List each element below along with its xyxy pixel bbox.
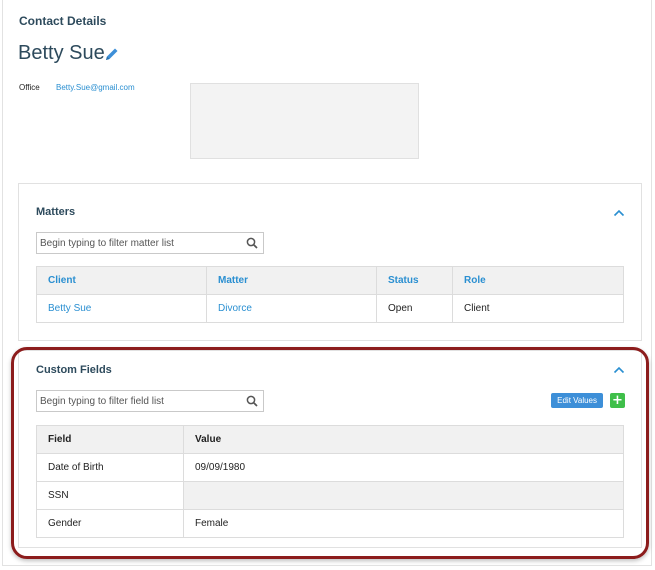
field-name: Date of Birth <box>36 453 184 482</box>
office-label: Office <box>19 83 40 92</box>
matter-status: Open <box>376 294 453 323</box>
column-header-value: Value <box>183 425 624 454</box>
field-value: Female <box>183 509 624 538</box>
chevron-up-icon[interactable] <box>613 366 625 374</box>
chevron-up-icon[interactable] <box>613 209 625 217</box>
column-header-client[interactable]: Client <box>36 266 207 295</box>
table-row: Betty Sue Divorce Open Client <box>36 294 624 323</box>
table-header-row: Client Matter Status Role <box>36 266 624 295</box>
matter-name-link[interactable]: Divorce <box>206 294 377 323</box>
matters-filter-input[interactable] <box>37 233 237 254</box>
matter-role: Client <box>452 294 624 323</box>
table-row: Date of Birth 09/09/1980 <box>36 453 624 482</box>
matters-panel: Matters Client Matter Status Role Betty … <box>18 183 642 341</box>
column-header-matter[interactable]: Matter <box>206 266 377 295</box>
contact-photo-placeholder <box>190 83 419 159</box>
custom-fields-filter-input[interactable] <box>37 391 237 412</box>
custom-fields-title: Custom Fields <box>36 364 112 376</box>
column-header-field: Field <box>36 425 184 454</box>
column-header-role[interactable]: Role <box>452 266 624 295</box>
section-title: Contact Details <box>19 14 107 28</box>
custom-fields-table: Field Value Date of Birth 09/09/1980 SSN… <box>36 425 624 538</box>
matters-table: Client Matter Status Role Betty Sue Divo… <box>36 266 624 323</box>
add-field-button[interactable]: + <box>610 393 625 408</box>
field-name: Gender <box>36 509 184 538</box>
office-email-link[interactable]: Betty.Sue@gmail.com <box>56 83 135 92</box>
search-icon[interactable] <box>246 237 258 249</box>
column-header-status[interactable]: Status <box>376 266 453 295</box>
field-value <box>183 481 624 510</box>
matters-title: Matters <box>36 206 76 218</box>
table-row: Gender Female <box>36 509 624 538</box>
search-icon[interactable] <box>246 395 258 407</box>
table-header-row: Field Value <box>36 425 624 454</box>
pencil-icon[interactable] <box>104 46 120 62</box>
custom-fields-panel: Custom Fields Edit Values + Field Value … <box>18 350 642 548</box>
contact-name: Betty Sue <box>18 42 105 64</box>
custom-fields-filter <box>36 390 264 412</box>
table-row: SSN <box>36 481 624 510</box>
matters-filter <box>36 232 264 254</box>
field-value: 09/09/1980 <box>183 453 624 482</box>
field-name: SSN <box>36 481 184 510</box>
matter-client-link[interactable]: Betty Sue <box>36 294 207 323</box>
edit-values-button[interactable]: Edit Values <box>551 393 603 408</box>
